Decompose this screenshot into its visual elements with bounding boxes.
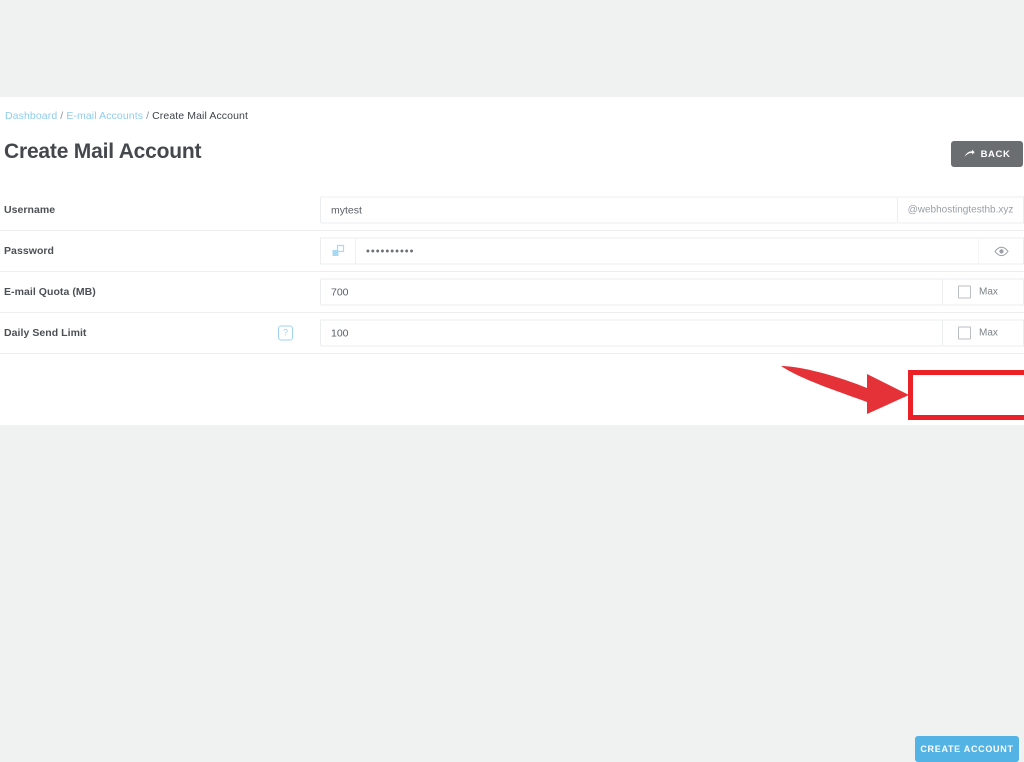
username-label: Username xyxy=(4,204,56,216)
app-page: Dashboard / E-mail Accounts / Create Mail Ac… xyxy=(0,0,1024,762)
breadcrumb-item-current: Create Mail Account xyxy=(152,110,248,122)
generate-password-icon[interactable] xyxy=(321,238,356,264)
back-button[interactable]: BACK xyxy=(951,141,1023,167)
daily-send-limit-max-toggle[interactable]: Max xyxy=(943,319,1024,347)
create-account-button[interactable]: CREATE ACCOUNT xyxy=(915,736,1019,762)
breadcrumb-item-email-accounts[interactable]: E-mail Accounts xyxy=(66,110,143,122)
form-row-email-quota: E-mail Quota (MB) Max xyxy=(0,272,1024,313)
breadcrumb-item-dashboard[interactable]: Dashboard xyxy=(5,110,57,122)
breadcrumb-separator: / xyxy=(146,110,150,122)
top-background-band xyxy=(0,0,1024,97)
form-row-username: Username @webhostingtesthb.xyz xyxy=(0,190,1024,231)
email-quota-input[interactable] xyxy=(320,278,943,306)
eye-icon[interactable] xyxy=(978,238,1023,264)
curved-arrow-right-icon xyxy=(964,149,975,159)
email-quota-max-toggle[interactable]: Max xyxy=(943,278,1024,306)
password-input[interactable] xyxy=(356,238,978,264)
submit-area: CREATE ACCOUNT xyxy=(0,354,1024,762)
daily-send-limit-label: Daily Send Limit xyxy=(4,327,87,339)
page-title: Create Mail Account xyxy=(4,140,202,163)
domain-suffix: @webhostingtesthb.xyz xyxy=(898,196,1024,224)
email-quota-max-label: Max xyxy=(979,286,998,298)
username-input[interactable] xyxy=(320,196,898,224)
breadcrumb: Dashboard / E-mail Accounts / Create Mail Ac… xyxy=(5,109,248,123)
password-label: Password xyxy=(4,245,55,257)
back-button-label: BACK xyxy=(980,148,1011,160)
breadcrumb-separator: / xyxy=(60,110,64,122)
email-quota-label: E-mail Quota (MB) xyxy=(4,286,96,298)
bottom-background-band xyxy=(0,425,1024,536)
daily-send-limit-input[interactable] xyxy=(320,319,943,347)
daily-send-limit-max-checkbox[interactable] xyxy=(958,326,971,340)
daily-send-limit-max-label: Max xyxy=(979,327,998,339)
help-icon[interactable]: ? xyxy=(278,325,293,341)
form-row-password: Password xyxy=(0,231,1024,272)
form-row-daily-send-limit: Daily Send Limit ? Max xyxy=(0,313,1024,354)
email-quota-max-checkbox[interactable] xyxy=(958,285,971,299)
password-input-group xyxy=(320,237,1024,265)
